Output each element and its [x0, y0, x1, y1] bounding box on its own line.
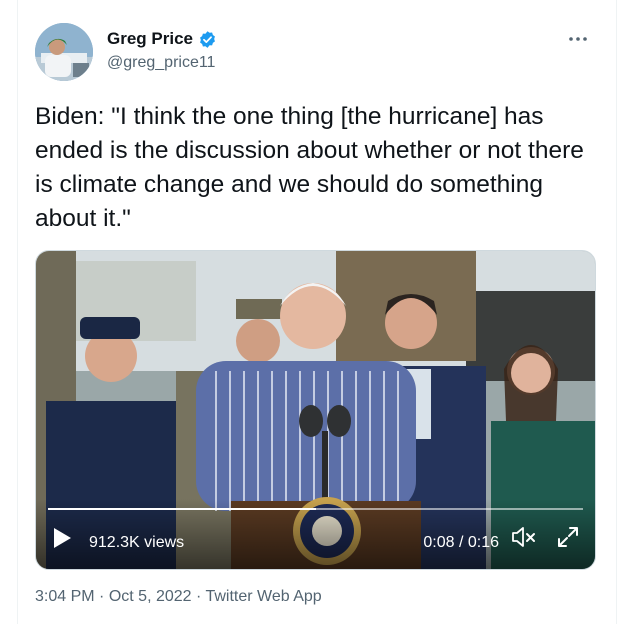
tweet-meta: 3:04 PM · Oct 5, 2022 · Twitter Web App — [35, 588, 322, 606]
avatar-image — [35, 23, 93, 81]
fullscreen-button[interactable] — [557, 526, 579, 553]
play-button[interactable] — [52, 527, 72, 554]
tweet-time[interactable]: 3:04 PM — [35, 588, 95, 605]
meta-separator: · — [196, 588, 202, 605]
tweet-source[interactable]: Twitter Web App — [205, 588, 321, 605]
verified-badge-icon — [200, 30, 215, 48]
ellipsis-icon — [569, 37, 587, 41]
expand-icon — [558, 527, 578, 547]
muted-speaker-icon — [512, 527, 535, 547]
author-name[interactable]: Greg Price — [107, 29, 193, 49]
video-views: 912.3K views — [89, 534, 185, 551]
author-name-row[interactable]: Greg Price — [107, 29, 217, 49]
video-progress-fill — [48, 508, 316, 510]
more-button[interactable] — [567, 26, 589, 49]
avatar[interactable] — [35, 23, 93, 81]
tweet-text: Biden: "I think the one thing [the hurri… — [35, 103, 591, 232]
meta-separator: · — [99, 588, 105, 605]
author-handle[interactable]: @greg_price11 — [107, 54, 215, 72]
video-time: 0:08 / 0:16 — [423, 534, 499, 551]
video-progress-bar[interactable] — [48, 508, 583, 510]
tweet-date[interactable]: Oct 5, 2022 — [109, 588, 192, 605]
mute-button[interactable] — [511, 526, 537, 553]
video-controls: 912.3K views 0:08 / 0:16 — [36, 499, 595, 569]
play-icon — [54, 528, 71, 548]
video-player[interactable]: 912.3K views 0:08 / 0:16 — [35, 250, 596, 570]
